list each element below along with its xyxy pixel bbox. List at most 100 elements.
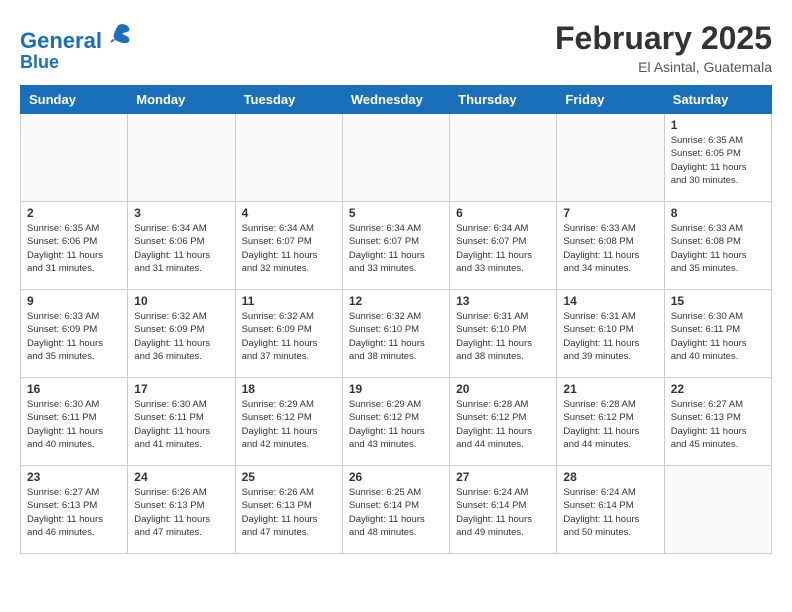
calendar-day-cell: 1 Sunrise: 6:35 AM Sunset: 6:05 PM Daylig… [664,114,771,202]
weekday-header-sunday: Sunday [21,86,128,114]
day-info: Sunrise: 6:27 AM Sunset: 6:13 PM Dayligh… [27,486,121,539]
page-header: General Blue February 2025 El Asintal, G… [20,20,772,75]
calendar-day-cell: 28Sunrise: 6:24 AM Sunset: 6:14 PM Dayli… [557,466,664,554]
day-number: 21 [563,382,657,396]
day-info: Sunrise: 6:25 AM Sunset: 6:14 PM Dayligh… [349,486,443,539]
calendar-day-cell: 23 Sunrise: 6:27 AM Sunset: 6:13 PM Dayli… [21,466,128,554]
weekday-header-wednesday: Wednesday [342,86,449,114]
calendar-day-cell: 20Sunrise: 6:28 AM Sunset: 6:12 PM Dayli… [450,378,557,466]
calendar-week-4: 16 Sunrise: 6:30 AM Sunset: 6:11 PM Dayli… [21,378,772,466]
calendar-day-cell [21,114,128,202]
day-number: 17 [134,382,228,396]
day-number: 7 [563,206,657,220]
calendar-day-cell: 13 Sunrise: 6:31 AM Sunset: 6:10 PM Dayli… [450,290,557,378]
day-info: Sunrise: 6:34 AM Sunset: 6:06 PM Dayligh… [134,222,228,275]
day-number: 25 [242,470,336,484]
day-info: Sunrise: 6:33 AM Sunset: 6:08 PM Dayligh… [671,222,765,275]
calendar-day-cell: 9 Sunrise: 6:33 AM Sunset: 6:09 PM Daylig… [21,290,128,378]
day-number: 9 [27,294,121,308]
day-info: Sunrise: 6:33 AM Sunset: 6:09 PM Dayligh… [27,310,121,363]
calendar-day-cell: 26 Sunrise: 6:25 AM Sunset: 6:14 PM Dayli… [342,466,449,554]
month-title: February 2025 [555,20,772,57]
day-number: 19 [349,382,443,396]
day-number: 1 [671,118,765,132]
calendar-day-cell [235,114,342,202]
day-info: Sunrise: 6:29 AM Sunset: 6:12 PM Dayligh… [242,398,336,451]
calendar-day-cell: 27Sunrise: 6:24 AM Sunset: 6:14 PM Dayli… [450,466,557,554]
day-number: 22 [671,382,765,396]
day-info: Sunrise: 6:29 AM Sunset: 6:12 PM Dayligh… [349,398,443,451]
calendar-day-cell: 12 Sunrise: 6:32 AM Sunset: 6:10 PM Dayli… [342,290,449,378]
day-number: 5 [349,206,443,220]
calendar-week-3: 9 Sunrise: 6:33 AM Sunset: 6:09 PM Daylig… [21,290,772,378]
calendar-week-2: 2 Sunrise: 6:35 AM Sunset: 6:06 PM Daylig… [21,202,772,290]
day-info: Sunrise: 6:31 AM Sunset: 6:10 PM Dayligh… [456,310,550,363]
day-info: Sunrise: 6:30 AM Sunset: 6:11 PM Dayligh… [671,310,765,363]
day-number: 3 [134,206,228,220]
day-info: Sunrise: 6:34 AM Sunset: 6:07 PM Dayligh… [242,222,336,275]
day-info: Sunrise: 6:34 AM Sunset: 6:07 PM Dayligh… [456,222,550,275]
day-number: 12 [349,294,443,308]
calendar-table: SundayMondayTuesdayWednesdayThursdayFrid… [20,85,772,554]
day-info: Sunrise: 6:35 AM Sunset: 6:05 PM Dayligh… [671,134,765,187]
calendar-day-cell: 25 Sunrise: 6:26 AM Sunset: 6:13 PM Dayli… [235,466,342,554]
day-info: Sunrise: 6:32 AM Sunset: 6:09 PM Dayligh… [242,310,336,363]
logo-text: General [20,20,132,53]
calendar-day-cell: 18 Sunrise: 6:29 AM Sunset: 6:12 PM Dayli… [235,378,342,466]
calendar-day-cell: 24 Sunrise: 6:26 AM Sunset: 6:13 PM Dayli… [128,466,235,554]
day-number: 18 [242,382,336,396]
calendar-day-cell: 21 Sunrise: 6:28 AM Sunset: 6:12 PM Dayli… [557,378,664,466]
day-number: 23 [27,470,121,484]
weekday-header-monday: Monday [128,86,235,114]
calendar-day-cell: 7 Sunrise: 6:33 AM Sunset: 6:08 PM Daylig… [557,202,664,290]
day-number: 26 [349,470,443,484]
day-number: 13 [456,294,550,308]
day-info: Sunrise: 6:33 AM Sunset: 6:08 PM Dayligh… [563,222,657,275]
day-info: Sunrise: 6:26 AM Sunset: 6:13 PM Dayligh… [242,486,336,539]
weekday-header-friday: Friday [557,86,664,114]
day-info: Sunrise: 6:35 AM Sunset: 6:06 PM Dayligh… [27,222,121,275]
day-number: 10 [134,294,228,308]
weekday-header-tuesday: Tuesday [235,86,342,114]
calendar-day-cell: 14 Sunrise: 6:31 AM Sunset: 6:10 PM Dayli… [557,290,664,378]
day-number: 11 [242,294,336,308]
day-number: 2 [27,206,121,220]
weekday-header-row: SundayMondayTuesdayWednesdayThursdayFrid… [21,86,772,114]
calendar-day-cell: 10Sunrise: 6:32 AM Sunset: 6:09 PM Dayli… [128,290,235,378]
calendar-day-cell: 16 Sunrise: 6:30 AM Sunset: 6:11 PM Dayli… [21,378,128,466]
day-info: Sunrise: 6:32 AM Sunset: 6:10 PM Dayligh… [349,310,443,363]
day-info: Sunrise: 6:31 AM Sunset: 6:10 PM Dayligh… [563,310,657,363]
weekday-header-saturday: Saturday [664,86,771,114]
logo: General Blue [20,20,132,73]
day-number: 15 [671,294,765,308]
title-area: February 2025 El Asintal, Guatemala [555,20,772,75]
calendar-day-cell: 4 Sunrise: 6:34 AM Sunset: 6:07 PM Daylig… [235,202,342,290]
day-info: Sunrise: 6:27 AM Sunset: 6:13 PM Dayligh… [671,398,765,451]
day-number: 24 [134,470,228,484]
weekday-header-thursday: Thursday [450,86,557,114]
calendar-day-cell: 5Sunrise: 6:34 AM Sunset: 6:07 PM Daylig… [342,202,449,290]
day-number: 4 [242,206,336,220]
calendar-week-1: 1 Sunrise: 6:35 AM Sunset: 6:05 PM Daylig… [21,114,772,202]
day-number: 8 [671,206,765,220]
day-number: 28 [563,470,657,484]
logo-blue-text: Blue [20,53,132,73]
calendar-day-cell: 6Sunrise: 6:34 AM Sunset: 6:07 PM Daylig… [450,202,557,290]
calendar-day-cell: 3 Sunrise: 6:34 AM Sunset: 6:06 PM Daylig… [128,202,235,290]
day-info: Sunrise: 6:30 AM Sunset: 6:11 PM Dayligh… [27,398,121,451]
location: El Asintal, Guatemala [555,59,772,75]
day-info: Sunrise: 6:26 AM Sunset: 6:13 PM Dayligh… [134,486,228,539]
day-number: 16 [27,382,121,396]
calendar-day-cell [450,114,557,202]
calendar-day-cell [342,114,449,202]
day-info: Sunrise: 6:28 AM Sunset: 6:12 PM Dayligh… [456,398,550,451]
calendar-day-cell: 19 Sunrise: 6:29 AM Sunset: 6:12 PM Dayli… [342,378,449,466]
calendar-week-5: 23 Sunrise: 6:27 AM Sunset: 6:13 PM Dayli… [21,466,772,554]
calendar-day-cell [557,114,664,202]
calendar-day-cell [128,114,235,202]
day-number: 27 [456,470,550,484]
calendar-day-cell [664,466,771,554]
day-number: 14 [563,294,657,308]
day-info: Sunrise: 6:30 AM Sunset: 6:11 PM Dayligh… [134,398,228,451]
day-info: Sunrise: 6:28 AM Sunset: 6:12 PM Dayligh… [563,398,657,451]
